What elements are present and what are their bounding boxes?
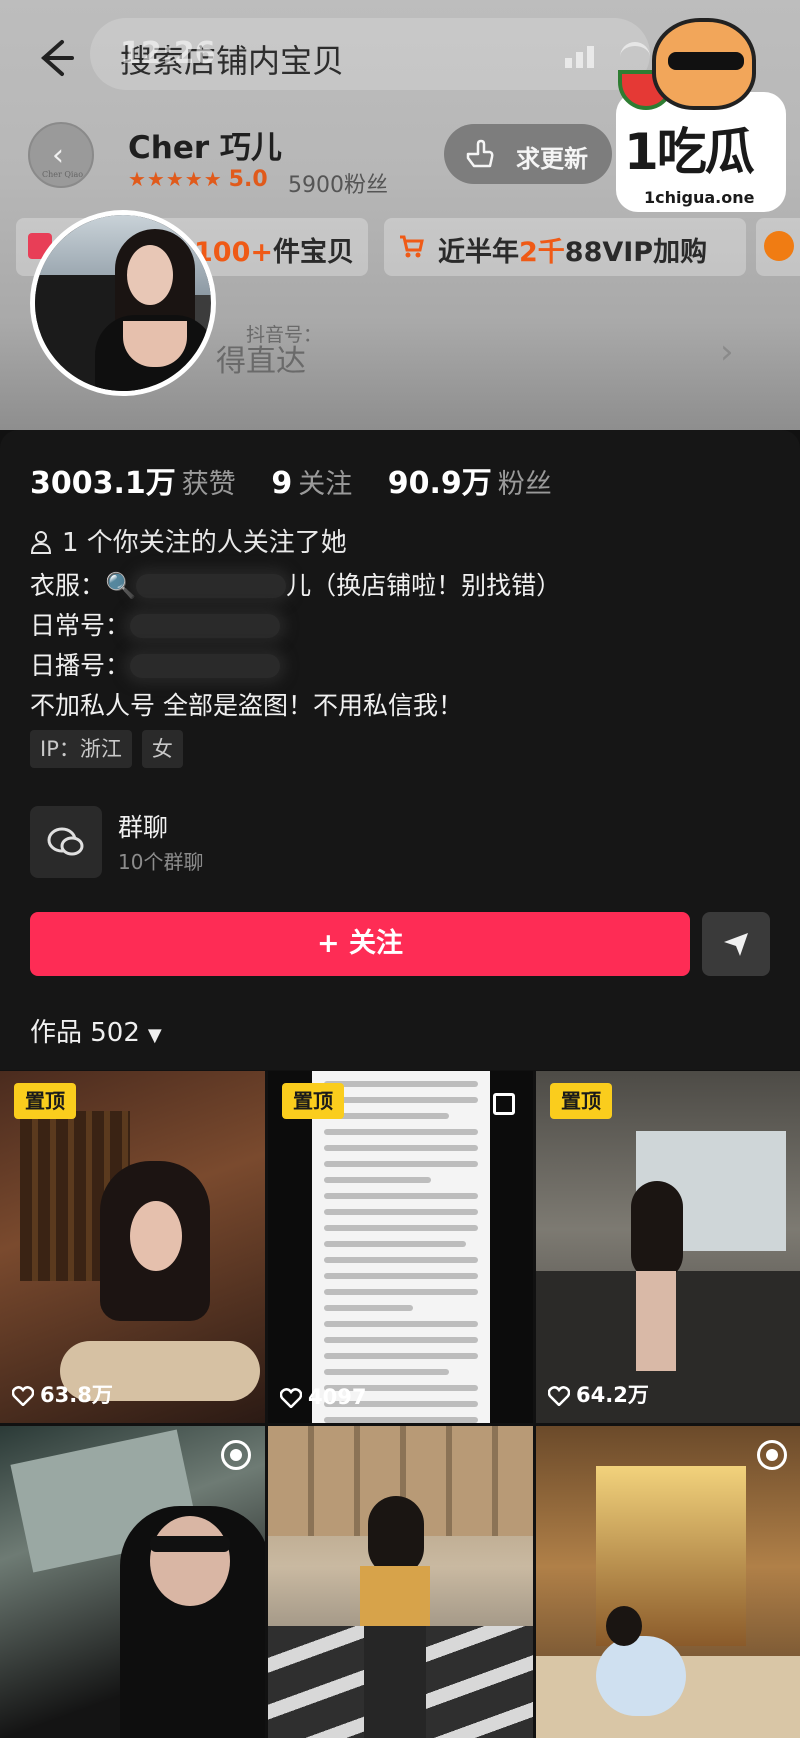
heart-icon [11,1386,35,1407]
mutual-follow[interactable]: 1 个你关注的人关注了她 [30,522,347,559]
mutual-text: 1 个你关注的人关注了她 [62,528,347,558]
video-likes: 4097 [279,1385,366,1409]
live-icon [757,1440,787,1470]
request-update-button[interactable]: 求更新 [444,124,612,184]
video-likes: 64.2万 [547,1379,649,1409]
watermark-url: 1chigua.one [644,188,755,207]
bio-live-label: 日播号： [30,651,131,680]
hand-pointer-icon [466,139,494,168]
document-image [312,1071,490,1423]
rating-stars-icon: ★★★★★ [128,167,223,191]
redacted-text [136,574,287,598]
direct-text: 得直达 [216,344,306,379]
rating-score: 5.0 [228,167,268,192]
share-button[interactable] [702,912,770,976]
signal-icon [565,46,598,68]
watermark-text: 1吃瓜 [624,123,755,181]
profile-panel: 3003.1万 获赞 9 关注 90.9万 粉丝 1 个你关注的人关注了她 衣服：🔍 儿… [0,430,800,1070]
shop-logo-text: Cher Qiao [42,170,84,179]
video-thumb[interactable]: 置顶 63.8万 [0,1071,265,1423]
works-tab[interactable]: 作品 502 ▼ [30,1012,162,1049]
ip-tag: IP：浙江 [30,730,132,768]
status-time: 12:26 [120,36,216,71]
video-likes: 63.8万 [11,1379,113,1409]
group-count: 10个群聊 [118,850,204,874]
badge-icon [764,231,794,261]
bio-daily-label: 日常号： [30,611,131,640]
vip-value: 2千 [519,237,565,268]
share-arrow-icon [724,933,748,956]
watermark-logo: 1吃瓜 1chigua.one [616,18,796,218]
likes-stat[interactable]: 3003.1万 获赞 [30,458,236,502]
chevron-right-icon: › [720,332,734,372]
pinned-badge: 置顶 [550,1083,612,1119]
heart-icon [279,1388,303,1409]
gender-tag: 女 [141,730,183,768]
back-button[interactable] [28,32,80,84]
profile-avatar[interactable] [30,210,216,396]
works-label: 作品 502 [30,1018,140,1048]
back-arrow-icon [40,40,74,76]
chevron-left-icon: ‹ [52,138,64,173]
shop-fans: 5900粉丝 [288,173,388,198]
redacted-text [130,614,281,638]
video-thumb[interactable] [536,1426,800,1738]
more-chip[interactable] [756,218,800,276]
vip-chip[interactable]: 近半年2千88VIP加购 [384,218,746,276]
chat-icon [30,806,102,878]
pinned-badge: 置顶 [282,1083,344,1119]
profile-bio: 衣服：🔍 儿（换店铺啦！别找错） 日常号： 日播号： 不加私人号 全部是盗图！不用… [30,566,561,726]
profile-tags: IP：浙江女 [30,730,193,768]
following-stat[interactable]: 9 关注 [271,462,352,501]
group-title: 群聊 [118,813,169,842]
vip-prefix: 近半年 [438,237,519,268]
follow-button[interactable]: + 关注 [30,912,690,976]
person-icon [30,531,52,554]
video-grid: 置顶 63.8万 置顶 4097 置顶 64.2万 [0,1071,800,1738]
bio-notice: 不加私人号 全部是盗图！不用私信我！ [30,691,463,720]
shop-rating: ★★★★★ 5.0 [128,167,268,192]
redacted-text [130,654,281,678]
video-thumb[interactable]: 置顶 4097 [268,1071,533,1423]
vip-suffix: 88VIP加购 [564,237,708,268]
multi-image-icon [493,1093,515,1115]
caret-down-icon: ▼ [147,1025,162,1046]
profile-stats: 3003.1万 获赞 9 关注 90.9万 粉丝 [30,458,578,502]
cart-icon [400,235,424,258]
video-thumb[interactable]: 置顶 64.2万 [536,1071,800,1423]
group-chat-row[interactable]: 群聊 10个群聊 [30,804,770,884]
video-thumb[interactable] [268,1426,533,1738]
live-icon [221,1440,251,1470]
search-icon: 🔍 [105,571,137,600]
bio-clothes-suffix: 儿（换店铺啦！别找错） [286,571,562,600]
shop-name[interactable]: Cher 巧儿 [128,122,282,167]
heart-icon [547,1386,571,1407]
request-update-label: 求更新 [516,145,588,173]
items-suffix: 件宝贝 [272,237,354,268]
video-thumb[interactable] [0,1426,265,1738]
shop-logo[interactable]: ‹ Cher Qiao [28,122,94,188]
followers-stat[interactable]: 90.9万 粉丝 [388,458,552,502]
pinned-badge: 置顶 [14,1083,76,1119]
bio-clothes-label: 衣服： [30,571,106,600]
